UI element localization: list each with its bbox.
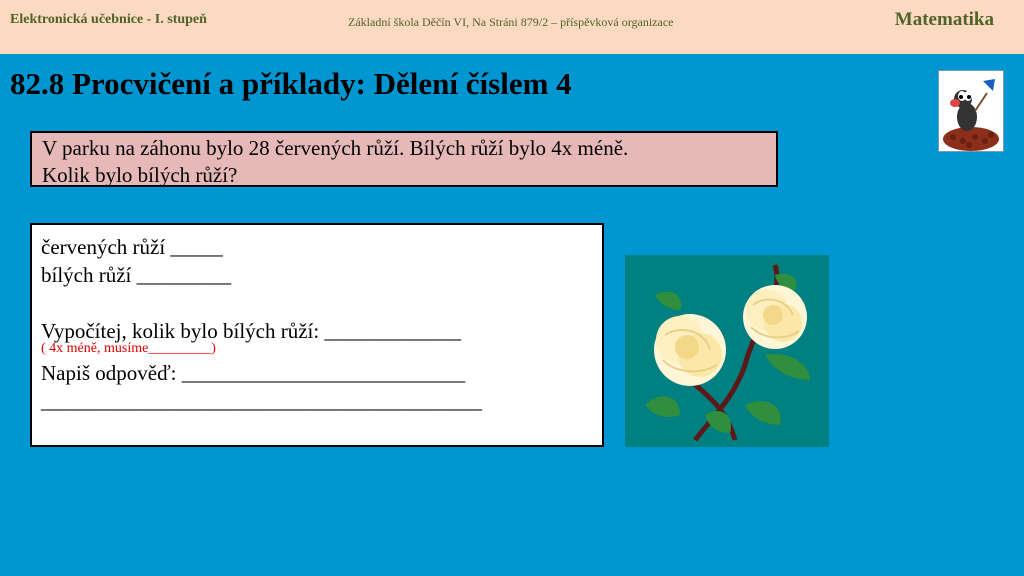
subject-name: Matematika <box>894 9 994 30</box>
header-bar: Elektronická učebnice - I. stupeň Základ… <box>0 0 1024 54</box>
red-roses-line: červených růží _____ <box>41 235 223 259</box>
school-name: Základní škola Děčín VI, Na Stráni 879/2… <box>348 15 674 29</box>
problem-line-1: V parku na záhonu bylo 28 červených růží… <box>42 136 629 160</box>
mole-mascot-image <box>938 70 1004 152</box>
page-title: 82.8 Procvičení a příklady: Dělení čísle… <box>10 66 572 101</box>
answer-blank-line: ________________________________________… <box>41 389 482 413</box>
write-answer-line: Napiš odpověď: _________________________… <box>41 361 466 385</box>
textbook-name: Elektronická učebnice - I. stupeň <box>10 12 207 27</box>
white-roses-line: bílých růží _________ <box>41 263 232 287</box>
white-roses-image <box>625 255 829 447</box>
word-problem-box: V parku na záhonu bylo 28 červených růží… <box>30 131 778 187</box>
answer-worksheet-box: červených růží _____ bílých růží _______… <box>30 223 604 447</box>
problem-line-2: Kolik bylo bílých růží? <box>42 163 238 187</box>
